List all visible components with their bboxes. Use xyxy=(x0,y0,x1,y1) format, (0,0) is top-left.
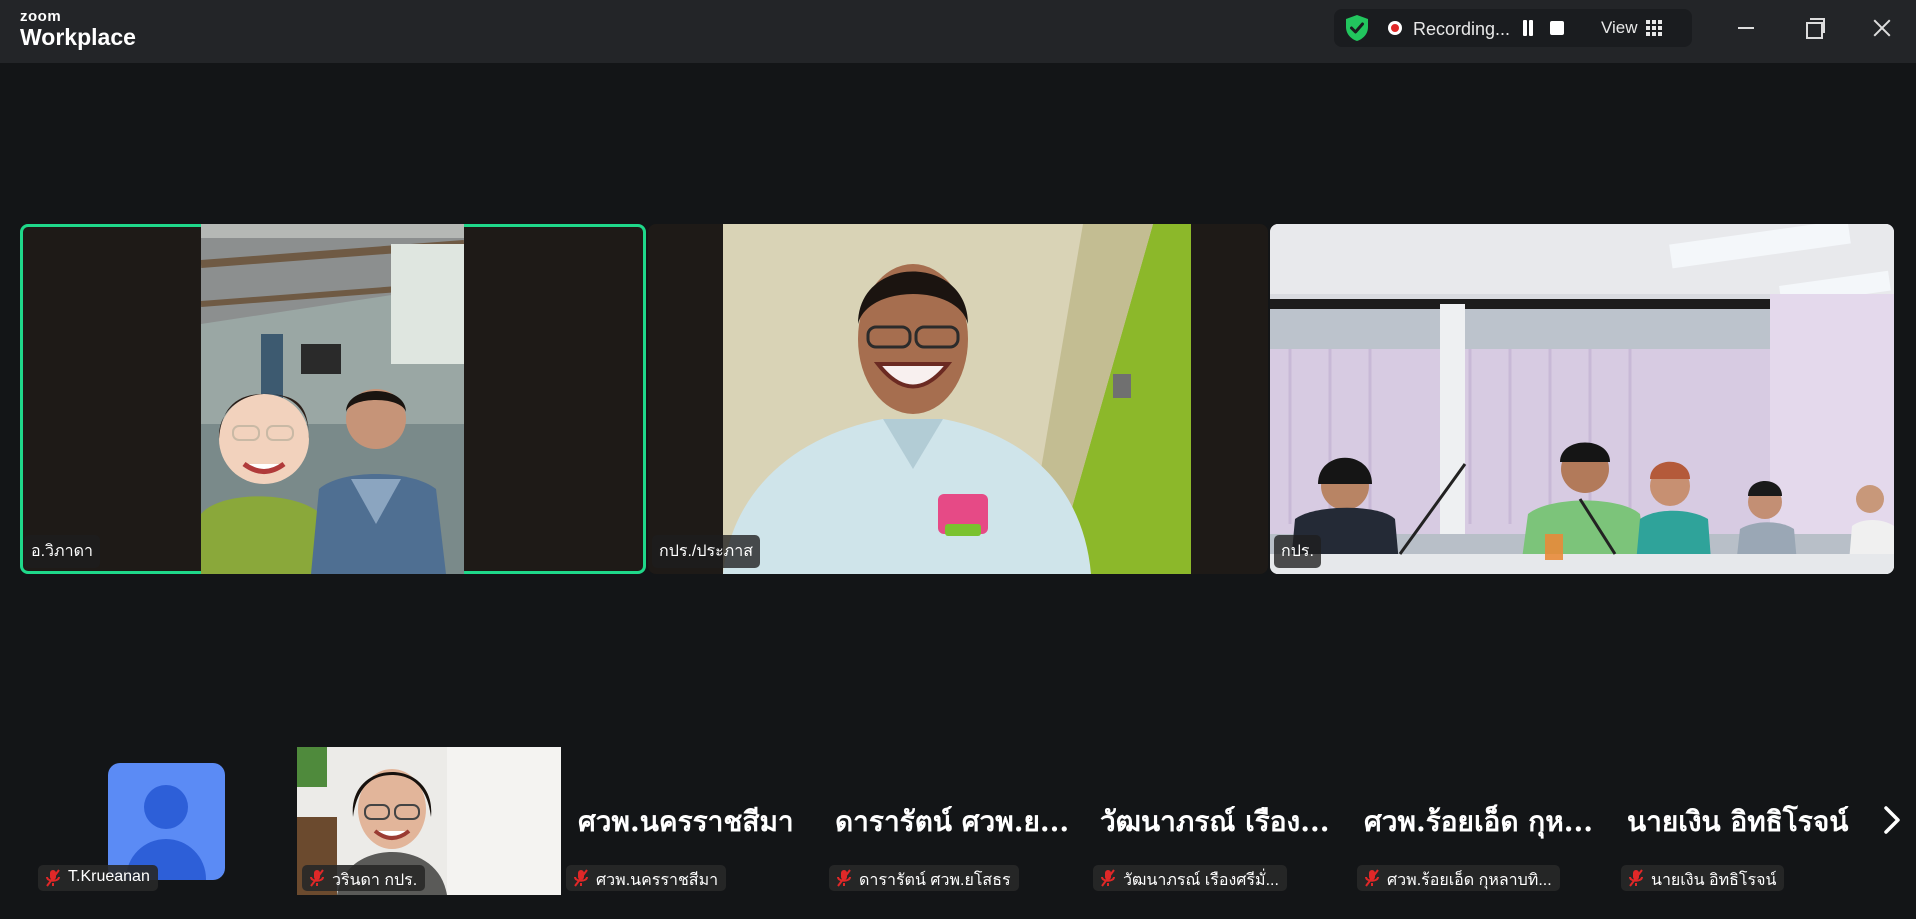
mic-muted-icon xyxy=(1101,869,1115,887)
participant-name-tag: อ.วิภาดา xyxy=(24,535,100,568)
mic-muted-icon xyxy=(310,869,324,887)
participant-tag-label: วรินดา กปร. xyxy=(332,872,418,889)
participant-tag: วัฒนาภรณ์ เรืองศรีมั่... xyxy=(1093,865,1287,891)
participant-name-tag: กปร. xyxy=(1274,535,1321,568)
logo-big-text: Workplace xyxy=(20,24,136,50)
recording-status: Recording... xyxy=(1413,19,1511,39)
participant-tag: ศวพ.ร้อยเอ็ด กุหลาบทิ... xyxy=(1357,865,1560,891)
video-tile-1[interactable]: อ.วิภาดา xyxy=(20,224,646,574)
participant-tag-label: ศวพ.ร้อยเอ็ด กุหลาบทิ... xyxy=(1387,872,1552,889)
title-bar: zoom Workplace Recording... View xyxy=(0,0,1916,63)
zoom-logo: zoom Workplace xyxy=(20,9,136,49)
view-button[interactable]: View xyxy=(1601,18,1662,38)
participant-display-name: ดารารัตน์ ศวพ.ย... xyxy=(835,805,1070,838)
mic-muted-icon xyxy=(574,869,588,887)
participant-tag-label: T.Krueanan xyxy=(68,868,150,885)
video-feed-1 xyxy=(201,224,464,574)
participant-tag-label: นายเงิน อิทธิโรจน์ xyxy=(1651,872,1777,889)
participant-tag: นายเงิน อิทธิโรจน์ xyxy=(1621,865,1785,891)
participant-tag-label: ดารารัตน์ ศวพ.ยโสธร xyxy=(859,872,1011,889)
participant-tag: T.Krueanan xyxy=(38,865,158,891)
participant-display-name: นายเงิน อิทธิโรจน์ xyxy=(1627,805,1849,838)
mic-muted-icon xyxy=(1629,869,1643,887)
user-avatar-icon[interactable] xyxy=(108,763,225,880)
video-feed-2 xyxy=(723,224,1191,574)
view-label: View xyxy=(1601,18,1638,37)
video-tile-3[interactable]: กปร. xyxy=(1270,224,1894,574)
mic-muted-icon xyxy=(837,869,851,887)
video-feed-3 xyxy=(1270,224,1894,574)
participant-display-name: วัฒนาภรณ์ เรือง... xyxy=(1100,805,1330,838)
mic-muted-icon xyxy=(46,869,60,887)
stop-icon[interactable] xyxy=(1550,21,1564,35)
chevron-right-icon[interactable] xyxy=(1880,802,1904,838)
record-icon xyxy=(1388,21,1402,35)
mic-muted-icon xyxy=(1365,869,1379,887)
participant-display-name: ศวพ.นครราชสีมา xyxy=(578,805,794,838)
participant-tag: ดารารัตน์ ศวพ.ยโสธร xyxy=(829,865,1019,891)
grid-view-icon xyxy=(1645,20,1662,36)
participant-tag-label: ศวพ.นครราชสีมา xyxy=(596,872,719,889)
close-icon[interactable] xyxy=(1862,10,1902,46)
participant-tag-label: วัฒนาภรณ์ เรืองศรีมั่... xyxy=(1123,872,1279,889)
video-tile-2[interactable]: กปร./ประภาส xyxy=(648,224,1268,574)
participant-tag: ศวพ.นครราชสีมา xyxy=(566,865,727,891)
logo-small-text: zoom xyxy=(20,8,62,25)
shield-check-icon[interactable] xyxy=(1344,14,1370,42)
pause-icon[interactable] xyxy=(1521,20,1535,36)
participant-name-tag: กปร./ประภาส xyxy=(652,535,760,568)
participant-display-name: ศวพ.ร้อยเอ็ด กุห... xyxy=(1364,805,1593,838)
participant-tag: วรินดา กปร. xyxy=(302,865,426,891)
minimize-icon[interactable] xyxy=(1726,10,1766,46)
recording-bar: Recording... View xyxy=(1334,9,1692,47)
maximize-icon[interactable] xyxy=(1794,10,1834,46)
